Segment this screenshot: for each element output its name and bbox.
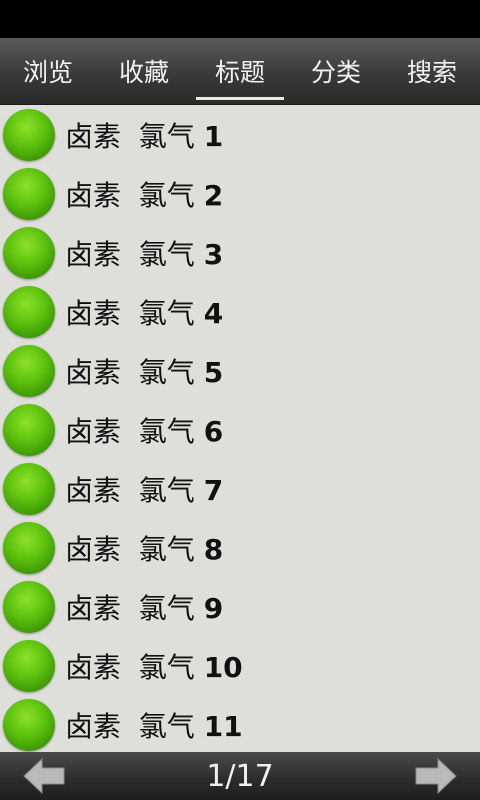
list-item-label: 卤素 氯气 11	[65, 705, 243, 745]
list-item-title: 卤素 氯气	[65, 178, 204, 212]
list-item[interactable]: 卤素 氯气 4	[0, 282, 480, 341]
green-ball-icon	[3, 462, 55, 515]
list-item[interactable]: 卤素 氯气 7	[0, 459, 480, 518]
tab-categories[interactable]: 分类	[288, 38, 384, 104]
list-item-title: 卤素 氯气	[65, 709, 204, 743]
list-item-number: 7	[203, 473, 224, 507]
tab-browse[interactable]: 浏览	[0, 38, 96, 104]
title-list: 卤素 氯气 1 卤素 氯气 2 卤素 氯气 3 卤素 氯气 4 卤素 氯气 5 卤素 氯气…	[0, 105, 480, 752]
list-item[interactable]: 卤素 氯气 5	[0, 341, 480, 400]
green-ball-icon	[3, 226, 55, 279]
green-ball-icon	[3, 285, 55, 338]
tab-search[interactable]: 搜索	[384, 38, 480, 104]
list-item-number: 8	[203, 532, 224, 566]
list-item-label: 卤素 氯气 4	[65, 292, 223, 332]
list-item[interactable]: 卤素 氯气 9	[0, 577, 480, 636]
list-item-number: 3	[203, 237, 224, 271]
list-item-number: 1	[203, 119, 224, 153]
list-item-label: 卤素 氯气 10	[65, 646, 243, 686]
green-ball-icon	[3, 521, 55, 574]
list-item-title: 卤素 氯气	[65, 650, 204, 684]
green-ball-icon	[3, 639, 55, 692]
list-item-title: 卤素 氯气	[65, 237, 204, 271]
list-item-label: 卤素 氯气 7	[65, 469, 223, 509]
green-ball-icon	[3, 167, 55, 220]
status-bar	[0, 0, 480, 38]
list-item[interactable]: 卤素 氯气 11	[0, 695, 480, 752]
list-item-title: 卤素 氯气	[65, 119, 204, 153]
green-ball-icon	[3, 698, 55, 751]
list-item-number: 10	[203, 650, 243, 684]
list-item-label: 卤素 氯气 1	[65, 115, 223, 155]
pagination-bar: 1/17	[0, 752, 480, 800]
green-ball-icon	[3, 580, 55, 633]
list-item-title: 卤素 氯气	[65, 414, 204, 448]
list-item-title: 卤素 氯气	[65, 591, 204, 625]
list-item-title: 卤素 氯气	[65, 473, 204, 507]
list-item-label: 卤素 氯气 5	[65, 351, 223, 391]
list-item[interactable]: 卤素 氯气 6	[0, 400, 480, 459]
list-item[interactable]: 卤素 氯气 2	[0, 164, 480, 223]
list-item-label: 卤素 氯气 3	[65, 233, 223, 273]
list-item-title: 卤素 氯气	[65, 355, 204, 389]
list-item[interactable]: 卤素 氯气 8	[0, 518, 480, 577]
list-item-number: 5	[203, 355, 224, 389]
screen: 浏览 收藏 标题 分类 搜索 卤素 氯气 1 卤素 氯气 2 卤素 氯气 3 卤素 氯…	[0, 0, 480, 800]
list-item-title: 卤素 氯气	[65, 296, 204, 330]
tab-bar: 浏览 收藏 标题 分类 搜索	[0, 38, 480, 105]
arrow-right-icon[interactable]	[414, 757, 458, 795]
list-item[interactable]: 卤素 氯气 10	[0, 636, 480, 695]
list-item-number: 4	[203, 296, 224, 330]
list-item[interactable]: 卤素 氯气 3	[0, 223, 480, 282]
list-item-label: 卤素 氯气 8	[65, 528, 223, 568]
arrow-left-icon[interactable]	[22, 757, 66, 795]
list-item[interactable]: 卤素 氯气 1	[0, 105, 480, 164]
list-item-number: 11	[203, 709, 243, 743]
list-item-number: 9	[203, 591, 224, 625]
list-item-title: 卤素 氯气	[65, 532, 204, 566]
list-item-number: 2	[203, 178, 224, 212]
list-item-number: 6	[203, 414, 224, 448]
green-ball-icon	[3, 344, 55, 397]
page-indicator: 1/17	[206, 758, 274, 794]
list-item-label: 卤素 氯气 2	[65, 174, 223, 214]
green-ball-icon	[3, 108, 55, 161]
green-ball-icon	[3, 403, 55, 456]
tab-favorites[interactable]: 收藏	[96, 38, 192, 104]
list-item-label: 卤素 氯气 6	[65, 410, 223, 450]
tab-titles[interactable]: 标题	[192, 38, 288, 104]
list-item-label: 卤素 氯气 9	[65, 587, 223, 627]
